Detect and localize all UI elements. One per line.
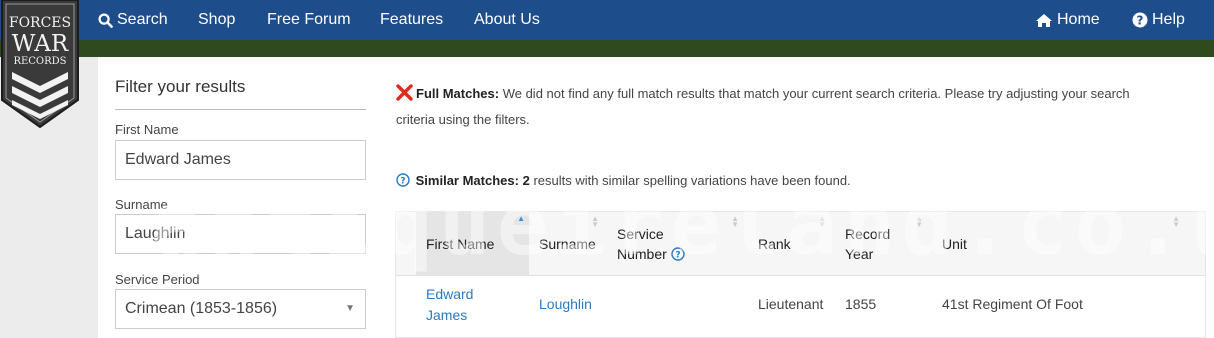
service-period-value: Crimean (1853-1856)	[125, 300, 278, 317]
nav-features[interactable]: Features	[380, 0, 443, 40]
similar-matches-count: 2	[522, 173, 530, 188]
filter-title: Filter your results	[115, 77, 246, 96]
table-header: First Name ▲ Surname ▲ ▼ Service Number ?…	[396, 212, 1205, 276]
nav-home-label: Home	[1057, 11, 1100, 28]
full-matches-text: We did not find any full match results t…	[502, 86, 1130, 101]
first-name-header-label: First Name	[426, 236, 495, 252]
full-matches-title: Full Matches:	[416, 86, 500, 101]
nav-help-label: Help	[1152, 11, 1185, 28]
service-period-label: Service Period	[115, 272, 200, 287]
surname-label: Surname	[115, 197, 168, 212]
first-name-line2: James	[426, 307, 468, 323]
svg-text:?: ?	[400, 176, 405, 186]
sort-icon: ▲ ▼	[818, 214, 826, 229]
full-matches-text-continued: criteria using the filters.	[396, 112, 530, 127]
filter-sidebar: Filter your results First Name Edward Ja…	[98, 57, 386, 338]
home-icon	[1036, 13, 1052, 27]
logo-text-forces: FORCES	[9, 15, 71, 31]
nav-shop[interactable]: Shop	[198, 0, 235, 40]
similar-matches-title: Similar Matches:	[415, 173, 519, 188]
cell-first-name[interactable]: Edward James	[426, 284, 473, 326]
nav-search[interactable]: Search	[98, 0, 168, 40]
logo-text-war: WAR	[12, 31, 69, 57]
unit-header-label: Unit	[942, 236, 967, 252]
full-matches-message: Full Matches: We did not find any full m…	[396, 82, 1130, 106]
service-period-select[interactable]: Crimean (1853-1856) ▼	[115, 289, 366, 329]
cell-surname[interactable]: Loughlin	[539, 294, 592, 315]
logo-text-records: RECORDS	[13, 56, 66, 67]
first-name-label: First Name	[115, 122, 179, 137]
dropdown-arrow-icon: ▼	[345, 303, 355, 314]
sort-icon: ▲ ▼	[1172, 214, 1180, 229]
help-icon: ?	[1132, 12, 1148, 28]
column-header-unit[interactable]: Unit ▲ ▼	[927, 212, 1184, 276]
help-circle-icon: ?	[396, 173, 410, 187]
record-year-header-line2: Year	[845, 246, 874, 262]
record-year-header-label: Record Year	[845, 224, 890, 264]
search-icon	[98, 12, 113, 28]
nav-features-label: Features	[380, 11, 444, 28]
nav-shop-label: Shop	[198, 11, 236, 28]
nav-forum-label: Free Forum	[267, 11, 351, 28]
record-year-header-line1: Record	[845, 226, 891, 242]
column-header-first-name[interactable]: First Name ▲	[416, 212, 529, 276]
first-name-line1: Edward	[426, 286, 474, 302]
service-number-header-label: Service Number ?	[617, 224, 685, 264]
cell-rank: Lieutenant	[758, 296, 824, 312]
help-circle-icon[interactable]: ?	[670, 247, 685, 261]
green-accent-bar	[0, 40, 1214, 57]
similar-matches-message: ? Similar Matches: 2 results with simila…	[396, 169, 851, 193]
nav-search-label: Search	[117, 11, 168, 28]
column-header-record-year[interactable]: Record Year ▲ ▼	[830, 212, 927, 276]
close-icon	[396, 84, 413, 101]
results-table: First Name ▲ Surname ▲ ▼ Service Number ?…	[395, 211, 1206, 338]
sort-ascending-icon: ▲	[517, 214, 525, 223]
nav-home[interactable]: Home	[1035, 0, 1100, 40]
svg-text:?: ?	[1137, 13, 1144, 27]
first-name-field[interactable]: Edward James	[115, 140, 366, 180]
cell-record-year: 1855	[845, 296, 877, 312]
column-header-rank[interactable]: Rank ▲ ▼	[743, 212, 830, 276]
rank-header-label: Rank	[758, 236, 791, 252]
column-header-surname[interactable]: Surname ▲ ▼	[529, 212, 603, 276]
surname-header-label: Surname	[539, 236, 596, 252]
filter-divider	[115, 109, 366, 110]
similar-matches-text: results with similar spelling variations…	[533, 173, 851, 188]
nav-help[interactable]: ? Help	[1132, 0, 1185, 40]
column-header-service-number[interactable]: Service Number ? ▲ ▼	[603, 212, 743, 276]
service-number-header-line1: Service	[617, 226, 664, 242]
top-navigation-bar	[0, 0, 1214, 40]
svg-text:?: ?	[675, 250, 680, 260]
nav-free-forum[interactable]: Free Forum	[267, 0, 351, 40]
cell-unit: 41st Regiment Of Foot	[942, 296, 1083, 312]
nav-about-us[interactable]: About Us	[474, 0, 540, 40]
sort-icon: ▲ ▼	[915, 214, 923, 229]
sort-icon: ▲ ▼	[591, 214, 599, 229]
nav-about-label: About Us	[474, 11, 540, 28]
surname-field[interactable]: Laughlin	[115, 214, 366, 254]
sort-icon: ▲ ▼	[731, 214, 739, 229]
forces-war-records-logo[interactable]: FORCES WAR RECORDS	[0, 0, 80, 128]
results-content: Full Matches: We did not find any full m…	[386, 57, 1214, 338]
service-number-header-line2: Number	[617, 246, 667, 262]
